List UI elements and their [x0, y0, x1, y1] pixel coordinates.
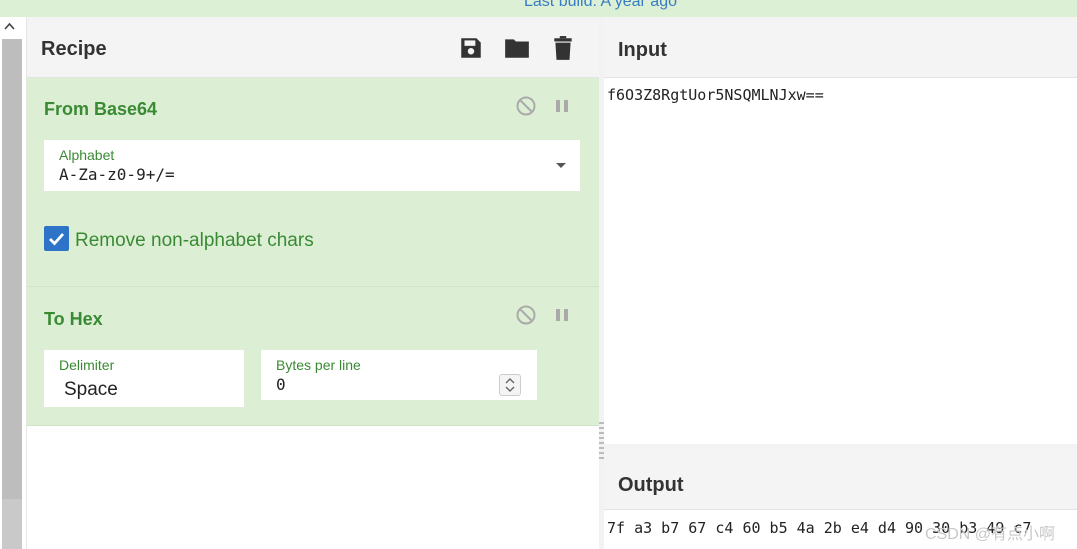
status-banner: Last build: A year ago: [0, 0, 1077, 17]
alphabet-dropdown[interactable]: Alphabet A-Za-z0-9+/=: [44, 140, 580, 191]
operation-title: From Base64: [44, 99, 158, 119]
last-build-text: Last build: A year ago: [524, 0, 677, 10]
input-header: Input: [604, 17, 1077, 78]
watermark: CSDN @有点小啊: [925, 526, 1056, 543]
disable-icon[interactable]: [515, 304, 537, 326]
recipe-header: Recipe: [27, 17, 599, 78]
caret-down-icon: [556, 163, 566, 168]
field-value: A-Za-z0-9+/=: [59, 165, 175, 184]
input-textarea[interactable]: f6O3Z8RgtUor5NSQMLNJxw==: [607, 86, 824, 104]
pause-icon[interactable]: [551, 304, 573, 326]
output-title: Output: [618, 474, 684, 496]
recipe-panel: Recipe From Base64 Alphabet A-Za-z0-9+/=…: [27, 17, 599, 549]
field-label: Delimiter: [59, 357, 115, 373]
operations-sidebar: [0, 17, 27, 549]
operation-from-base64: From Base64 Alphabet A-Za-z0-9+/= Remove…: [27, 78, 599, 287]
field-value: 0: [276, 375, 286, 394]
sidebar-scrollbar[interactable]: [2, 39, 22, 549]
pause-icon[interactable]: [551, 95, 573, 117]
input-panel: Input f6O3Z8RgtUor5NSQMLNJxw==: [604, 17, 1077, 444]
disable-icon[interactable]: [515, 95, 537, 117]
field-value: Space: [64, 379, 118, 400]
input-title: Input: [618, 39, 667, 61]
number-spinner[interactable]: [499, 374, 521, 396]
operation-title: To Hex: [44, 309, 103, 329]
checkbox-label[interactable]: Remove non-alphabet chars: [75, 230, 314, 252]
chevron-up-icon[interactable]: [4, 21, 15, 33]
field-label: Alphabet: [59, 147, 115, 163]
folder-icon[interactable]: [503, 35, 529, 61]
scrollbar-thumb[interactable]: [2, 39, 22, 499]
recipe-title: Recipe: [41, 38, 107, 60]
field-label: Bytes per line: [276, 357, 361, 373]
output-header: Output: [604, 449, 1077, 510]
delimiter-select[interactable]: Delimiter Space: [44, 350, 244, 407]
remove-nonalphabet-checkbox[interactable]: [44, 226, 69, 251]
trash-icon[interactable]: [550, 35, 576, 61]
save-icon[interactable]: [458, 35, 484, 61]
operation-to-hex: To Hex Delimiter Space Bytes per line 0: [27, 287, 599, 426]
bytes-per-line-input[interactable]: Bytes per line 0: [261, 350, 537, 400]
